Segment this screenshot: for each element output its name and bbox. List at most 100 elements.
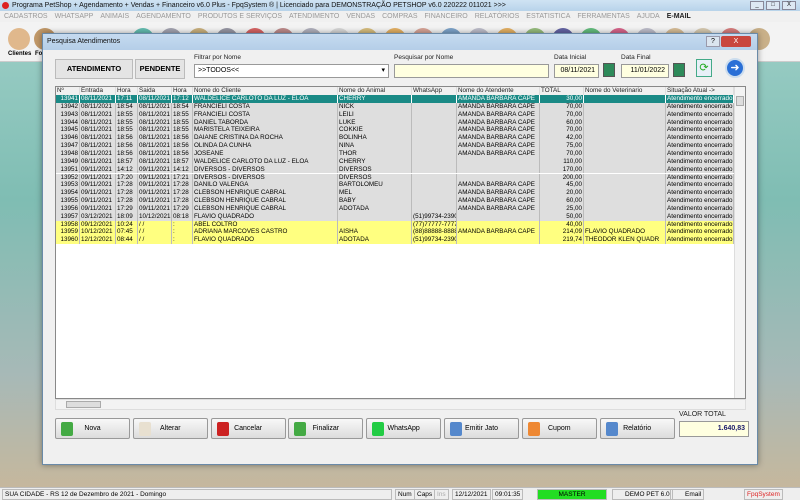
- status-email[interactable]: Email: [670, 489, 705, 500]
- menu-item-ajuda[interactable]: AJUDA: [637, 11, 660, 22]
- menu-item-atendimento[interactable]: ATENDIMENTO: [289, 11, 339, 22]
- calendar-icon[interactable]: [603, 63, 615, 77]
- column-header[interactable]: Nome do Veterinario: [584, 87, 666, 95]
- cancelar-button[interactable]: Cancelar: [210, 418, 286, 439]
- column-header[interactable]: Entrada: [80, 87, 116, 95]
- table-row[interactable]: 13952 09/11/2021 17:20 09/11/2021 17:21 DIVER…: [56, 173, 734, 182]
- menu-item-agendamento[interactable]: AGENDAMENTO: [136, 11, 191, 22]
- menu-item-financeiro[interactable]: FINANCEIRO: [425, 11, 468, 22]
- minimize-button[interactable]: _: [750, 1, 764, 10]
- cell: Atendimento encerrado: [667, 102, 734, 111]
- cell: [584, 157, 666, 166]
- refresh-icon[interactable]: ⟳: [696, 59, 712, 77]
- alterar-button[interactable]: Alterar: [132, 418, 208, 439]
- horizontal-scrollbar[interactable]: [55, 399, 746, 410]
- cell: 50,00: [540, 212, 584, 221]
- cell: Atendimento encerrado: [667, 134, 734, 143]
- column-header[interactable]: Nome do Cliente: [193, 87, 338, 95]
- menu-item-produtos-e-servi-os[interactable]: PRODUTOS E SERVIÇOS: [198, 11, 282, 22]
- cell: FRANCIELI COSTA: [193, 110, 338, 119]
- total-label: VALOR TOTAL: [679, 411, 726, 418]
- menu-item-whatsapp[interactable]: WHATSAPP: [55, 11, 94, 22]
- menu-item-vendas[interactable]: VENDAS: [346, 11, 375, 22]
- column-header[interactable]: Nº: [56, 87, 80, 95]
- table-row[interactable]: 13943 08/11/2021 18:55 08/11/2021 18:55 FRANC…: [56, 110, 734, 119]
- status-caps: Caps: [414, 489, 436, 500]
- column-header[interactable]: Nome do Animal: [338, 87, 412, 95]
- finalizar-button[interactable]: Finalizar: [288, 418, 364, 439]
- whatsapp-button[interactable]: WhatsApp: [366, 418, 442, 439]
- column-header[interactable]: Hora: [172, 87, 193, 95]
- emitir-jato-button[interactable]: Emitir Jato: [444, 418, 519, 439]
- table-row[interactable]: 13955 09/11/2021 17:28 09/11/2021 17:28 CLEBS…: [56, 197, 734, 205]
- cell: 13955: [56, 197, 80, 205]
- column-header[interactable]: Saida: [138, 87, 172, 95]
- arrow-right-icon[interactable]: ➜: [725, 58, 745, 78]
- table-row[interactable]: 13959 10/12/2021 07:45/ /: ADRIANA MARCOVES…: [56, 228, 734, 237]
- maximize-button[interactable]: □: [766, 1, 780, 10]
- relat-rio-button[interactable]: Relatório: [599, 418, 675, 439]
- status-user: MASTER: [537, 489, 607, 500]
- menu-item-cadastros[interactable]: CADASTROS: [4, 11, 48, 22]
- table-row[interactable]: 13945 08/11/2021 18:55 08/11/2021 18:55 MARIS…: [56, 126, 734, 135]
- table-row[interactable]: 13941 08/11/2021 17:11 08/11/2021 17:12 WALDE…: [56, 95, 734, 103]
- table-row[interactable]: 13944 08/11/2021 18:55 08/11/2021 18:55 DANIE…: [56, 118, 734, 127]
- cell: DANIEL TABORDA: [193, 118, 338, 127]
- cupom-button[interactable]: Cupom: [521, 418, 597, 439]
- cell: (51)99734-2390: [413, 236, 457, 245]
- table-row[interactable]: 13951 09/11/2021 14:12 09/11/2021 14:12 DIVER…: [56, 165, 734, 174]
- button-label: Cancelar: [234, 425, 263, 432]
- tab-atendimento[interactable]: ATENDIMENTO: [55, 59, 133, 79]
- cell: ADOTADA: [338, 204, 412, 213]
- filter-value: >>TODOS<<: [198, 67, 240, 74]
- nova-button[interactable]: Nova: [55, 418, 130, 439]
- tab-pendente[interactable]: PENDENTE: [135, 59, 185, 79]
- table-row[interactable]: 13954 09/11/2021 17:28 09/11/2021 17:28 CLEBS…: [56, 189, 734, 198]
- table-row[interactable]: 13957 03/12/2021 18:09 10/12/2021 08:18 FLAVI…: [56, 212, 734, 221]
- cell: DIVERSOS - DIVERSOS: [193, 165, 338, 174]
- menu-item-estatistica[interactable]: ESTATISTICA: [526, 11, 570, 22]
- table-row[interactable]: 13948 08/11/2021 18:56 08/11/2021 18:56 JOSEA…: [56, 149, 734, 158]
- clients-icon[interactable]: [8, 28, 30, 50]
- column-header[interactable]: Hora: [116, 87, 138, 95]
- search-input[interactable]: [394, 64, 549, 78]
- cell: [412, 181, 457, 190]
- cell: 18:57: [172, 157, 193, 166]
- column-header[interactable]: Situação Atual ->: [666, 87, 734, 95]
- cell: ADOTADA: [338, 236, 412, 245]
- dialog-close-button[interactable]: X: [721, 36, 751, 47]
- table-row[interactable]: 13956 09/11/2021 17:29 09/11/2021 17:29 CLEBS…: [56, 204, 734, 213]
- column-header[interactable]: WhatsApp: [412, 87, 457, 95]
- column-header[interactable]: Nome do Atendente: [457, 87, 540, 95]
- column-header[interactable]: TOTAL: [540, 87, 584, 95]
- table-row[interactable]: 13946 08/11/2021 18:56 08/11/2021 18:56 DAIAN…: [56, 134, 734, 143]
- help-button[interactable]: ?: [706, 36, 720, 47]
- date-end-input[interactable]: 11/01/2022: [621, 64, 669, 78]
- table-row[interactable]: 13949 08/11/2021 18:57 08/11/2021 18:57 WALDE…: [56, 157, 734, 166]
- cell: [412, 189, 457, 198]
- menu-item-compras[interactable]: COMPRAS: [382, 11, 417, 22]
- cell: NICK: [338, 102, 412, 111]
- cell: 03/12/2021: [80, 212, 116, 221]
- table-row[interactable]: 13947 08/11/2021 18:56 08/11/2021 18:56 OLIND…: [56, 142, 734, 150]
- cell: [584, 126, 666, 135]
- table-row[interactable]: 13942 08/11/2021 18:54 08/11/2021 18:54 FRANC…: [56, 102, 734, 111]
- table-row[interactable]: 13958 09/12/2021 10:24/ /: ABEL COLTRO (77)7…: [56, 220, 734, 229]
- cell: [584, 204, 666, 213]
- menu-item-ferramentas[interactable]: FERRAMENTAS: [577, 11, 629, 22]
- table-row[interactable]: 13960 12/12/2021 08:44/ /: FLAVIO QUADRADO A…: [56, 236, 734, 245]
- cell: (77)77777-7777: [413, 220, 457, 229]
- cell: 17:12: [172, 95, 193, 103]
- close-button[interactable]: X: [782, 1, 796, 10]
- menu-item-e-mail[interactable]: E-MAIL: [667, 11, 691, 22]
- filter-select[interactable]: >>TODOS<< ▾: [194, 64, 389, 78]
- date-start-input[interactable]: 08/11/2021: [554, 64, 599, 78]
- cell: 13947: [56, 142, 80, 150]
- cell: 08:44: [116, 236, 138, 245]
- cell: DIVERSOS: [338, 173, 412, 182]
- menu-item-animais[interactable]: ANIMAIS: [100, 11, 129, 22]
- calendar-icon[interactable]: [673, 63, 685, 77]
- table-row[interactable]: 13953 09/11/2021 17:28 09/11/2021 17:28 DANIL…: [56, 181, 734, 190]
- menu-item-relat-rios[interactable]: RELATÓRIOS: [475, 11, 520, 22]
- vertical-scrollbar[interactable]: [734, 87, 745, 398]
